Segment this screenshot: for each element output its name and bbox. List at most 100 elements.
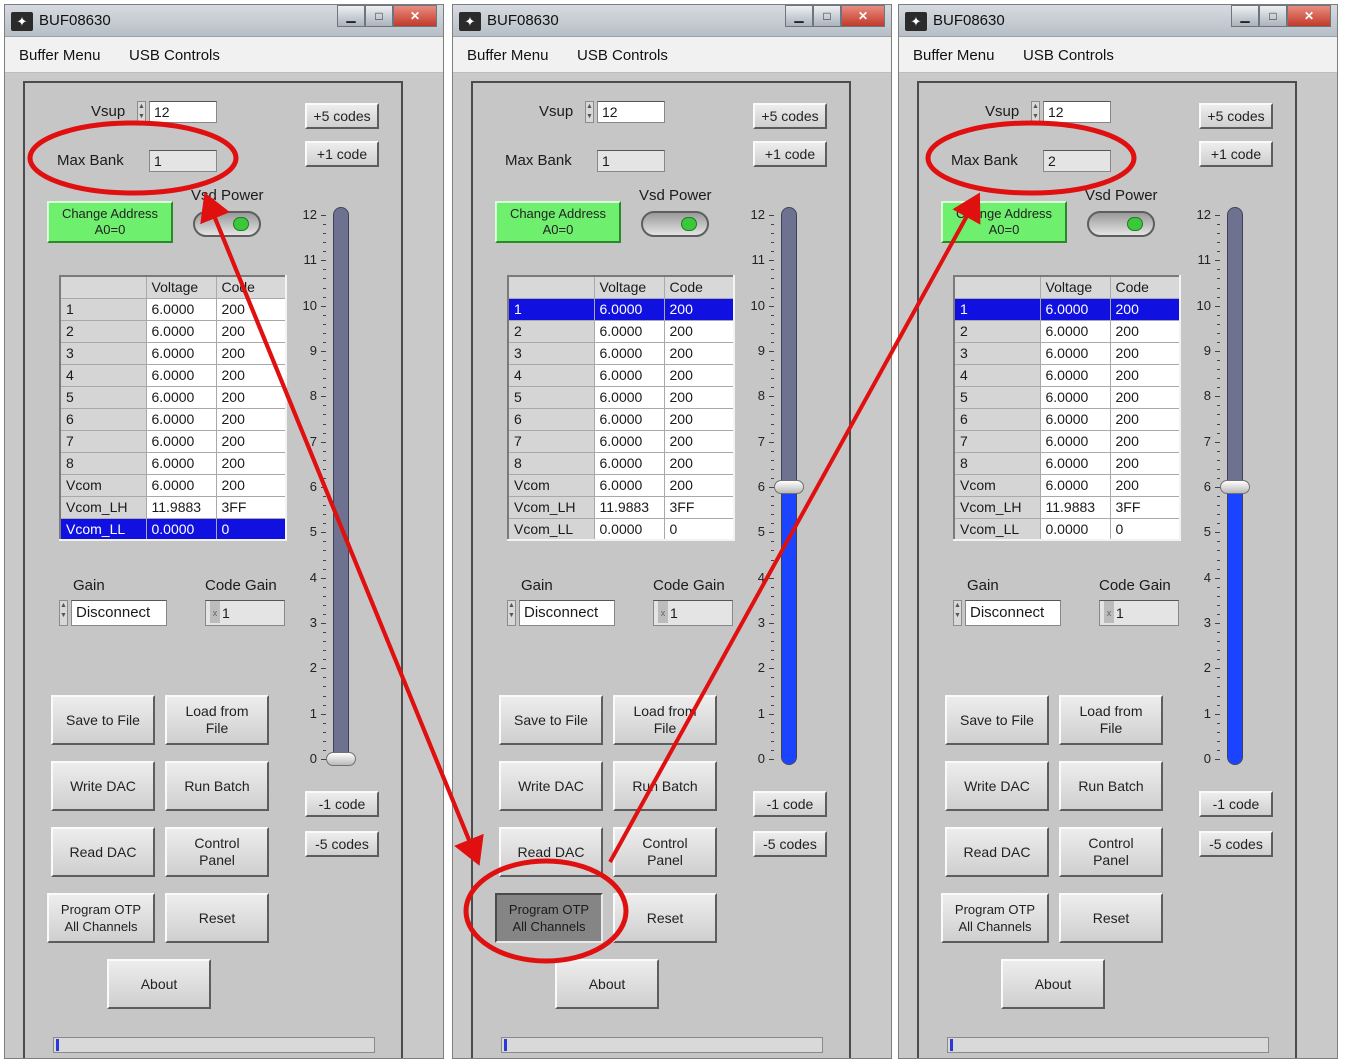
- code-cell[interactable]: 200: [1109, 341, 1181, 365]
- code-gain-field[interactable]: x1: [1099, 600, 1179, 626]
- table-row[interactable]: 1 6.0000 200: [507, 297, 735, 321]
- code-cell[interactable]: 200: [663, 451, 735, 475]
- read-dac-button[interactable]: Read DAC: [499, 827, 603, 877]
- change-address-button[interactable]: Change Address A0=0: [495, 201, 621, 243]
- row-header-cell[interactable]: Vcom: [953, 473, 1041, 497]
- row-header-cell[interactable]: Vcom_LH: [507, 495, 595, 519]
- gain-select[interactable]: Disconnect: [519, 600, 615, 626]
- row-header-cell[interactable]: 1: [59, 297, 147, 321]
- row-header-cell[interactable]: 2: [59, 319, 147, 343]
- vsd-power-led-icon[interactable]: [1087, 211, 1155, 237]
- voltage-cell[interactable]: 6.0000: [593, 429, 665, 453]
- code-cell[interactable]: 200: [663, 319, 735, 343]
- table-row[interactable]: 4 6.0000 200: [507, 363, 735, 387]
- about-button[interactable]: About: [107, 959, 211, 1009]
- spinner-arrows-icon[interactable]: ▲ ▼: [137, 101, 146, 123]
- code-cell[interactable]: 200: [215, 297, 287, 321]
- vsup-field[interactable]: 12: [597, 101, 665, 123]
- plus-5-codes-button[interactable]: +5 codes: [305, 103, 379, 129]
- code-cell[interactable]: 200: [1109, 297, 1181, 321]
- voltage-cell[interactable]: 6.0000: [145, 297, 217, 321]
- minimize-icon[interactable]: ▁: [785, 5, 813, 27]
- table-row[interactable]: 4 6.0000 200: [953, 363, 1181, 387]
- table-row[interactable]: Vcom 6.0000 200: [953, 473, 1181, 497]
- code-cell[interactable]: 3FF: [1109, 495, 1181, 519]
- row-header-cell[interactable]: 3: [953, 341, 1041, 365]
- reset-button[interactable]: Reset: [165, 893, 269, 943]
- control-panel-button[interactable]: Control Panel: [613, 827, 717, 877]
- control-panel-button[interactable]: Control Panel: [1059, 827, 1163, 877]
- slider-thumb[interactable]: [326, 752, 356, 766]
- title-bar[interactable]: ✦ BUF08630 ▁ □ ✕: [453, 5, 891, 37]
- voltage-cell[interactable]: 6.0000: [593, 341, 665, 365]
- row-header-cell[interactable]: 2: [507, 319, 595, 343]
- plus-1-code-button[interactable]: +1 code: [1199, 141, 1273, 167]
- row-header-cell[interactable]: 1: [953, 297, 1041, 321]
- vsd-power-led-icon[interactable]: [641, 211, 709, 237]
- code-cell[interactable]: 200: [663, 429, 735, 453]
- row-header-cell[interactable]: 6: [59, 407, 147, 431]
- minus-1-code-button[interactable]: -1 code: [753, 791, 827, 817]
- table-row[interactable]: 6 6.0000 200: [953, 407, 1181, 431]
- spinner-arrows-icon[interactable]: ▲ ▼: [507, 600, 516, 626]
- voltage-cell[interactable]: 6.0000: [593, 363, 665, 387]
- slider-thumb[interactable]: [1220, 480, 1250, 494]
- code-cell[interactable]: 200: [1109, 385, 1181, 409]
- row-header-cell[interactable]: 4: [507, 363, 595, 387]
- voltage-cell[interactable]: 11.9883: [1039, 495, 1111, 519]
- menu-buffer-menu[interactable]: Buffer Menu: [19, 47, 100, 64]
- menu-usb-controls[interactable]: USB Controls: [577, 47, 668, 64]
- table-row[interactable]: 3 6.0000 200: [507, 341, 735, 365]
- save-to-file-button[interactable]: Save to File: [51, 695, 155, 745]
- run-batch-button[interactable]: Run Batch: [1059, 761, 1163, 811]
- voltage-cell[interactable]: 6.0000: [1039, 297, 1111, 321]
- code-cell[interactable]: 0: [215, 517, 287, 541]
- menu-buffer-menu[interactable]: Buffer Menu: [913, 47, 994, 64]
- change-address-button[interactable]: Change Address A0=0: [47, 201, 173, 243]
- table-row[interactable]: Vcom_LL 0.0000 0: [507, 517, 735, 541]
- voltage-cell[interactable]: 6.0000: [593, 385, 665, 409]
- plus-5-codes-button[interactable]: +5 codes: [753, 103, 827, 129]
- row-header-cell[interactable]: 5: [59, 385, 147, 409]
- row-header-cell[interactable]: 8: [507, 451, 595, 475]
- vsup-field[interactable]: 12: [1043, 101, 1111, 123]
- voltage-cell[interactable]: 6.0000: [145, 341, 217, 365]
- table-row[interactable]: 6 6.0000 200: [59, 407, 287, 431]
- table-row[interactable]: 5 6.0000 200: [59, 385, 287, 409]
- maximize-icon[interactable]: □: [365, 5, 393, 27]
- voltage-cell[interactable]: 6.0000: [145, 429, 217, 453]
- table-row[interactable]: 4 6.0000 200: [59, 363, 287, 387]
- row-header-cell[interactable]: 6: [953, 407, 1041, 431]
- table-row[interactable]: 7 6.0000 200: [59, 429, 287, 453]
- code-cell[interactable]: 200: [1109, 319, 1181, 343]
- read-dac-button[interactable]: Read DAC: [945, 827, 1049, 877]
- voltage-cell[interactable]: 6.0000: [593, 297, 665, 321]
- code-cell[interactable]: 200: [215, 429, 287, 453]
- maximize-icon[interactable]: □: [1259, 5, 1287, 27]
- table-row[interactable]: Vcom 6.0000 200: [507, 473, 735, 497]
- row-header-cell[interactable]: 2: [953, 319, 1041, 343]
- minimize-icon[interactable]: ▁: [1231, 5, 1259, 27]
- table-row[interactable]: 3 6.0000 200: [953, 341, 1181, 365]
- code-gain-field[interactable]: x1: [653, 600, 733, 626]
- table-row[interactable]: 5 6.0000 200: [953, 385, 1181, 409]
- code-cell[interactable]: 200: [215, 473, 287, 497]
- code-cell[interactable]: 200: [215, 319, 287, 343]
- load-from-file-button[interactable]: Load from File: [165, 695, 269, 745]
- spinner-arrows-icon[interactable]: ▲ ▼: [953, 600, 962, 626]
- code-cell[interactable]: 200: [663, 297, 735, 321]
- max-bank-field[interactable]: 1: [149, 150, 217, 172]
- minus-1-code-button[interactable]: -1 code: [1199, 791, 1273, 817]
- voltage-cell[interactable]: 6.0000: [593, 451, 665, 475]
- code-cell[interactable]: 200: [663, 407, 735, 431]
- table-row[interactable]: Vcom_LL 0.0000 0: [59, 517, 287, 541]
- load-from-file-button[interactable]: Load from File: [1059, 695, 1163, 745]
- max-bank-field[interactable]: 1: [597, 150, 665, 172]
- code-cell[interactable]: 200: [215, 385, 287, 409]
- menu-usb-controls[interactable]: USB Controls: [129, 47, 220, 64]
- code-cell[interactable]: 200: [663, 363, 735, 387]
- code-cell[interactable]: 3FF: [215, 495, 287, 519]
- code-cell[interactable]: 200: [215, 341, 287, 365]
- table-row[interactable]: 2 6.0000 200: [507, 319, 735, 343]
- minus-5-codes-button[interactable]: -5 codes: [1199, 831, 1273, 857]
